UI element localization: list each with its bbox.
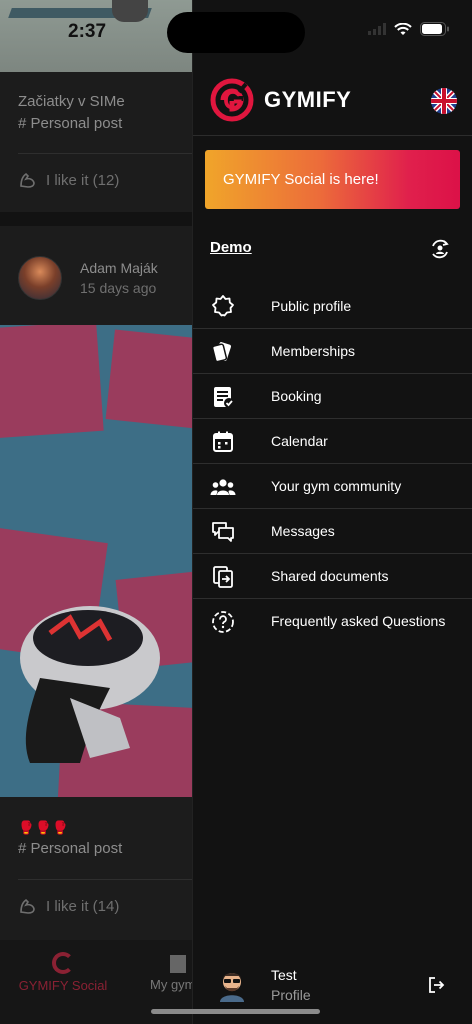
avatar[interactable]	[217, 966, 247, 1002]
menu-item-label: Your gym community	[271, 478, 402, 494]
like-button[interactable]: I like it (14)	[18, 896, 119, 916]
status-time: 2:37	[68, 21, 107, 42]
post-emojis: 🥊🥊🥊	[18, 820, 70, 835]
faq-icon	[210, 609, 236, 635]
tab-gymify-social[interactable]: GYMIFY Social	[8, 952, 118, 993]
post-title: Začiatky v SIMe	[18, 93, 125, 110]
like-button[interactable]: I like it (12)	[18, 170, 119, 190]
avatar[interactable]	[18, 256, 62, 300]
menu-item-memberships[interactable]: Memberships	[193, 328, 472, 373]
post-tag: # Personal post	[18, 840, 123, 857]
uk-flag-icon[interactable]	[431, 88, 457, 114]
menu-item-label: Frequently asked Questions	[271, 613, 446, 629]
booking-icon	[210, 384, 236, 410]
side-drawer: G GYMIFY GYMIFY Social is here! Demo Pub…	[192, 0, 472, 1024]
svg-text:G: G	[223, 85, 243, 115]
divider	[18, 879, 192, 880]
post-separator	[0, 212, 192, 226]
menu-item-label: Booking	[271, 388, 322, 404]
gym-name-link[interactable]: Demo	[210, 239, 252, 256]
tab-my-gym[interactable]: My gym	[150, 955, 192, 992]
feed-background: Začiatky v SIMe # Personal post I like i…	[0, 0, 192, 1024]
community-icon	[210, 474, 236, 500]
drawer-menu: Public profile Memberships Booking Calen…	[193, 283, 472, 643]
photo-detail	[112, 0, 148, 22]
user-profile-link[interactable]: Profile	[271, 987, 311, 1003]
badge-icon	[210, 293, 236, 319]
tab-label: GYMIFY Social	[18, 978, 108, 993]
divider	[18, 153, 192, 154]
home-indicator[interactable]	[151, 1009, 320, 1014]
menu-item-booking[interactable]: Booking	[193, 373, 472, 418]
promo-banner-button[interactable]: GYMIFY Social is here!	[205, 150, 460, 209]
cards-icon	[210, 339, 236, 365]
photo-detail	[0, 325, 104, 440]
brand-name: GYMIFY	[264, 87, 352, 112]
signal-icon	[368, 23, 386, 35]
menu-item-public-profile[interactable]: Public profile	[193, 283, 472, 328]
menu-item-calendar[interactable]: Calendar	[193, 418, 472, 463]
like-label: I like it (12)	[46, 171, 120, 189]
dynamic-island	[167, 12, 305, 53]
messages-icon	[210, 519, 236, 545]
tab-label: My gym	[150, 977, 192, 992]
documents-icon	[210, 564, 236, 590]
menu-item-label: Calendar	[271, 433, 328, 449]
photo-detail	[105, 329, 192, 431]
menu-item-community[interactable]: Your gym community	[193, 463, 472, 508]
wifi-icon	[394, 22, 412, 35]
post-tag: # Personal post	[18, 115, 123, 132]
gymify-g-icon	[52, 952, 74, 974]
calendar-icon	[210, 429, 236, 455]
logout-icon[interactable]	[427, 976, 445, 994]
user-name[interactable]: Test	[271, 967, 297, 983]
boxing-glove-image	[20, 606, 160, 763]
brand: G GYMIFY	[210, 78, 351, 122]
building-icon	[170, 955, 186, 973]
menu-item-faq[interactable]: Frequently asked Questions	[193, 598, 472, 643]
menu-item-label: Messages	[271, 523, 335, 539]
gymify-logo-icon: G	[210, 78, 254, 122]
post-date: 15 days ago	[80, 280, 157, 296]
menu-item-messages[interactable]: Messages	[193, 508, 472, 553]
menu-item-label: Shared documents	[271, 568, 389, 584]
battery-icon	[420, 22, 449, 36]
switch-gym-icon[interactable]	[429, 238, 451, 260]
menu-item-shared-documents[interactable]: Shared documents	[193, 553, 472, 598]
post-author[interactable]: Adam Maják	[80, 260, 158, 276]
bicep-icon	[20, 172, 35, 188]
bicep-icon	[20, 898, 35, 914]
divider	[193, 135, 472, 136]
status-icons	[368, 22, 450, 36]
like-label: I like it (14)	[46, 897, 120, 915]
menu-item-label: Memberships	[271, 343, 356, 359]
menu-item-label: Public profile	[271, 297, 352, 314]
